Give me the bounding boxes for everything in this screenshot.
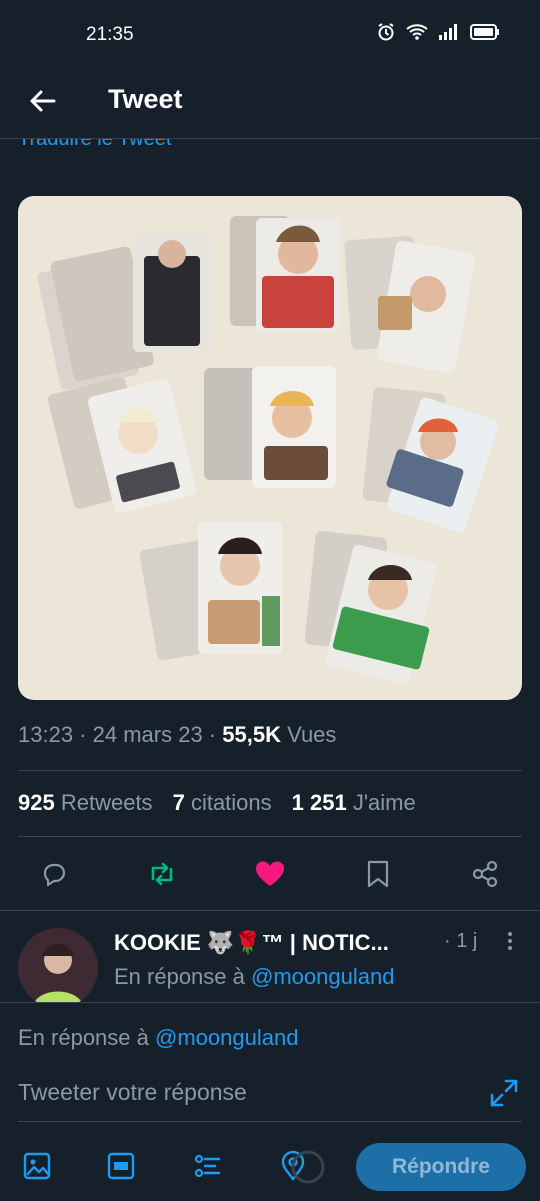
retweet-button[interactable]: [140, 852, 184, 896]
back-arrow-icon[interactable]: [26, 84, 60, 118]
reply-time-wrap: · 1 j: [444, 930, 478, 952]
media-button[interactable]: [20, 1149, 54, 1183]
tweet-stats: 925 Retweets 7 citations 1 251 J'aime: [18, 790, 416, 816]
share-button[interactable]: [463, 852, 507, 896]
divider: [18, 1121, 522, 1122]
likes-count: 1 251: [291, 790, 347, 815]
reply-input[interactable]: Tweeter votre réponse: [18, 1079, 247, 1106]
signal-icon: [439, 24, 457, 40]
retweets-count: 925: [18, 790, 55, 815]
status-icons: [376, 22, 500, 42]
tweet-meta: 13:23 · 24 mars 23 · 55,5K Vues: [18, 722, 337, 747]
reply-button[interactable]: [32, 852, 76, 896]
tweet-date: 24 mars 23: [92, 722, 203, 747]
progress-ring-icon: [291, 1150, 325, 1184]
wifi-icon: [406, 24, 428, 40]
poll-icon: [194, 1154, 221, 1178]
quotes-count: 7: [172, 790, 185, 815]
quotes-stat[interactable]: 7 citations: [173, 790, 272, 816]
retweet-icon: [151, 862, 173, 886]
composer-reply-prefix: En réponse à: [18, 1025, 149, 1050]
composer-reply-context: En réponse à @moonguland: [18, 1025, 298, 1051]
tweet-photo[interactable]: [18, 196, 522, 700]
views-label: Vues: [287, 722, 337, 747]
share-icon: [472, 860, 498, 888]
bookmark-icon: [367, 860, 389, 888]
composer-reply-handle[interactable]: @moonguland: [155, 1025, 298, 1050]
likes-label: J'aime: [352, 790, 416, 815]
reply-to-prefix: En réponse à: [114, 964, 245, 989]
avatar[interactable]: [18, 928, 98, 1008]
reply-item[interactable]: KOOKIE 🐺🌹™ | NOTIC... · 1 j En réponse à…: [0, 926, 540, 1008]
photocards-image: [37, 216, 499, 684]
reply-time: 1 j: [456, 930, 478, 952]
reply-author-name[interactable]: KOOKIE 🐺🌹™ | NOTIC...: [114, 930, 444, 956]
bookmark-button[interactable]: [356, 852, 400, 896]
poll-button[interactable]: [190, 1149, 224, 1183]
retweets-stat[interactable]: 925 Retweets: [18, 790, 153, 816]
status-bar: 21:35: [0, 0, 540, 70]
divider: [18, 770, 522, 771]
expand-icon[interactable]: [488, 1077, 520, 1109]
reply-to-handle[interactable]: @moonguland: [251, 964, 394, 989]
likes-stat[interactable]: 1 251 J'aime: [292, 790, 416, 816]
reply-composer: En réponse à @moonguland Tweeter votre r…: [0, 1002, 540, 1201]
heart-icon: [256, 861, 284, 886]
status-time: 21:35: [86, 24, 134, 45]
quotes-label: citations: [190, 790, 272, 815]
more-options-icon[interactable]: [500, 930, 520, 952]
divider: [0, 910, 540, 911]
battery-icon: [470, 24, 499, 40]
tweet-actions: [0, 852, 540, 896]
top-bar: Tweet: [0, 70, 540, 139]
tweet-time: 13:23: [18, 722, 74, 747]
divider: [18, 836, 522, 837]
alarm-icon: [378, 23, 394, 41]
gif-icon: [107, 1152, 135, 1180]
retweets-label: Retweets: [60, 790, 153, 815]
comment-icon: [43, 863, 66, 887]
like-button[interactable]: [248, 852, 292, 896]
image-icon: [23, 1152, 51, 1180]
reply-context: En réponse à @moonguland: [114, 964, 394, 990]
views-count: 55,5K: [222, 722, 281, 747]
reply-submit-button[interactable]: Répondre: [356, 1143, 526, 1191]
page-title: Tweet: [108, 84, 183, 114]
gif-button[interactable]: [104, 1149, 138, 1183]
